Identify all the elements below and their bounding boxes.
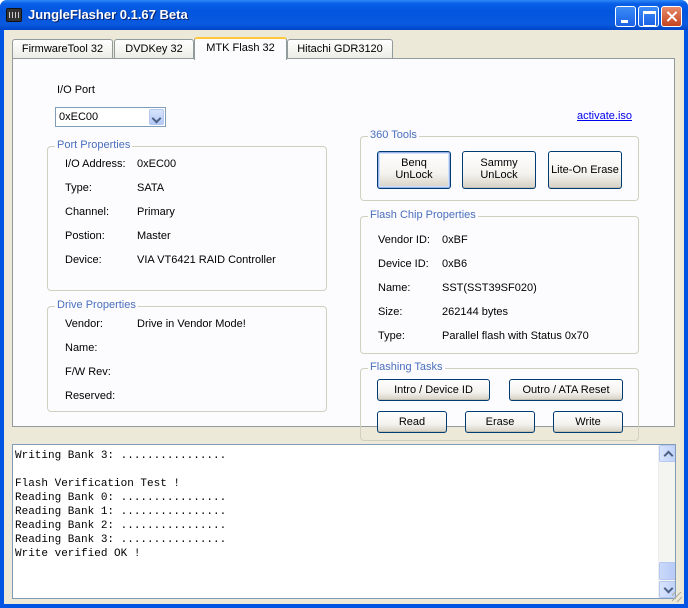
drive-name-label: Name:	[65, 342, 98, 354]
window-title: JungleFlasher 0.1.67 Beta	[28, 7, 188, 22]
port-address-label: I/O Address:	[65, 158, 126, 170]
io-port-value: 0xEC00	[59, 111, 99, 123]
erase-button[interactable]: Erase	[465, 411, 535, 433]
chip-name-value: SST(SST39SF020)	[442, 282, 537, 294]
port-device-value: VIA VT6421 RAID Controller	[137, 254, 276, 266]
chevron-down-icon[interactable]	[149, 109, 164, 125]
drive-reserved-label: Reserved:	[65, 390, 116, 402]
outro-ata-reset-button[interactable]: Outro / ATA Reset	[509, 379, 623, 401]
chip-icon	[6, 8, 22, 22]
port-address-value: 0xEC00	[137, 158, 177, 170]
tools-360-title: 360 Tools	[368, 129, 419, 141]
chip-type-value: Parallel flash with Status 0x70	[442, 330, 589, 342]
port-position-label: Postion:	[65, 230, 105, 242]
tab-firmwaretool[interactable]: FirmwareTool 32	[12, 39, 113, 59]
benq-unlock-line1: Benq	[401, 157, 427, 169]
port-channel-value: Primary	[137, 206, 175, 218]
scroll-thumb[interactable]	[659, 562, 675, 580]
mtk-flash-panel: I/O Port 0xEC00 activate.iso Port Proper…	[12, 58, 675, 441]
port-position-value: Master	[137, 230, 171, 242]
log-output[interactable]: Writing Bank 3: ................ Flash V…	[12, 444, 676, 599]
drive-properties-group: Drive Properties Vendor: Drive in Vendor…	[47, 299, 327, 412]
chip-device-label: Device ID:	[378, 258, 429, 270]
chip-vendor-label: Vendor ID:	[378, 234, 430, 246]
drive-vendor-value: Drive in Vendor Mode!	[137, 318, 246, 330]
chip-vendor-value: 0xBF	[442, 234, 468, 246]
chip-device-value: 0xB6	[442, 258, 468, 270]
log-scrollbar[interactable]	[658, 445, 675, 598]
port-type-value: SATA	[137, 182, 165, 194]
log-text: Writing Bank 3: ................ Flash V…	[15, 450, 227, 560]
io-port-select[interactable]: 0xEC00	[55, 107, 166, 127]
chip-name-label: Name:	[378, 282, 411, 294]
tab-dvdkey[interactable]: DVDKey 32	[114, 39, 194, 59]
port-properties-group: Port Properties I/O Address: 0xEC00 Type…	[47, 139, 327, 291]
port-properties-title: Port Properties	[55, 139, 133, 151]
close-button[interactable]	[661, 6, 682, 27]
client-area: FirmwareTool 32 DVDKey 32 MTK Flash 32 H…	[4, 30, 684, 604]
chip-type-label: Type:	[378, 330, 405, 342]
drive-properties-title: Drive Properties	[55, 299, 138, 311]
io-port-label: I/O Port	[57, 84, 95, 96]
port-type-label: Type:	[65, 182, 92, 194]
benq-unlock-line2: UnLock	[395, 169, 433, 181]
benq-unlock-button[interactable]: Benq UnLock	[377, 151, 451, 189]
sammy-unlock-button[interactable]: Sammy UnLock	[462, 151, 536, 189]
maximize-button[interactable]	[638, 6, 659, 27]
tab-hitachi[interactable]: Hitachi GDR3120	[287, 39, 393, 59]
sammy-unlock-line2: UnLock	[480, 169, 518, 181]
title-bar[interactable]: JungleFlasher 0.1.67 Beta	[0, 0, 688, 30]
port-device-label: Device:	[65, 254, 102, 266]
liteon-erase-button[interactable]: Lite-On Erase	[548, 151, 622, 189]
scroll-up-icon[interactable]	[659, 445, 675, 462]
tab-mtk-flash[interactable]: MTK Flash 32	[194, 37, 287, 60]
flash-chip-title: Flash Chip Properties	[368, 209, 478, 221]
tools-360-group: 360 Tools Benq UnLock Sammy UnLock Lite-…	[360, 129, 639, 201]
flash-chip-group: Flash Chip Properties Vendor ID: 0xBF De…	[360, 209, 639, 354]
drive-vendor-label: Vendor:	[65, 318, 103, 330]
drive-fw-label: F/W Rev:	[65, 366, 111, 378]
sammy-unlock-line1: Sammy	[480, 157, 518, 169]
chip-size-value: 262144 bytes	[442, 306, 509, 318]
minimize-button[interactable]	[615, 6, 636, 27]
liteon-erase-label: Lite-On Erase	[551, 164, 619, 176]
read-button[interactable]: Read	[377, 411, 447, 433]
flashing-tasks-group: Flashing Tasks Intro / Device ID Outro /…	[360, 361, 639, 441]
chip-size-label: Size:	[378, 306, 403, 318]
port-channel-label: Channel:	[65, 206, 110, 218]
write-button[interactable]: Write	[553, 411, 623, 433]
resize-grip-icon[interactable]	[672, 592, 682, 602]
activate-iso-link[interactable]: activate.iso	[577, 110, 632, 122]
flashing-tasks-title: Flashing Tasks	[368, 361, 445, 373]
intro-device-id-button[interactable]: Intro / Device ID	[377, 379, 490, 401]
app-window: JungleFlasher 0.1.67 Beta FirmwareTool 3…	[0, 0, 688, 608]
